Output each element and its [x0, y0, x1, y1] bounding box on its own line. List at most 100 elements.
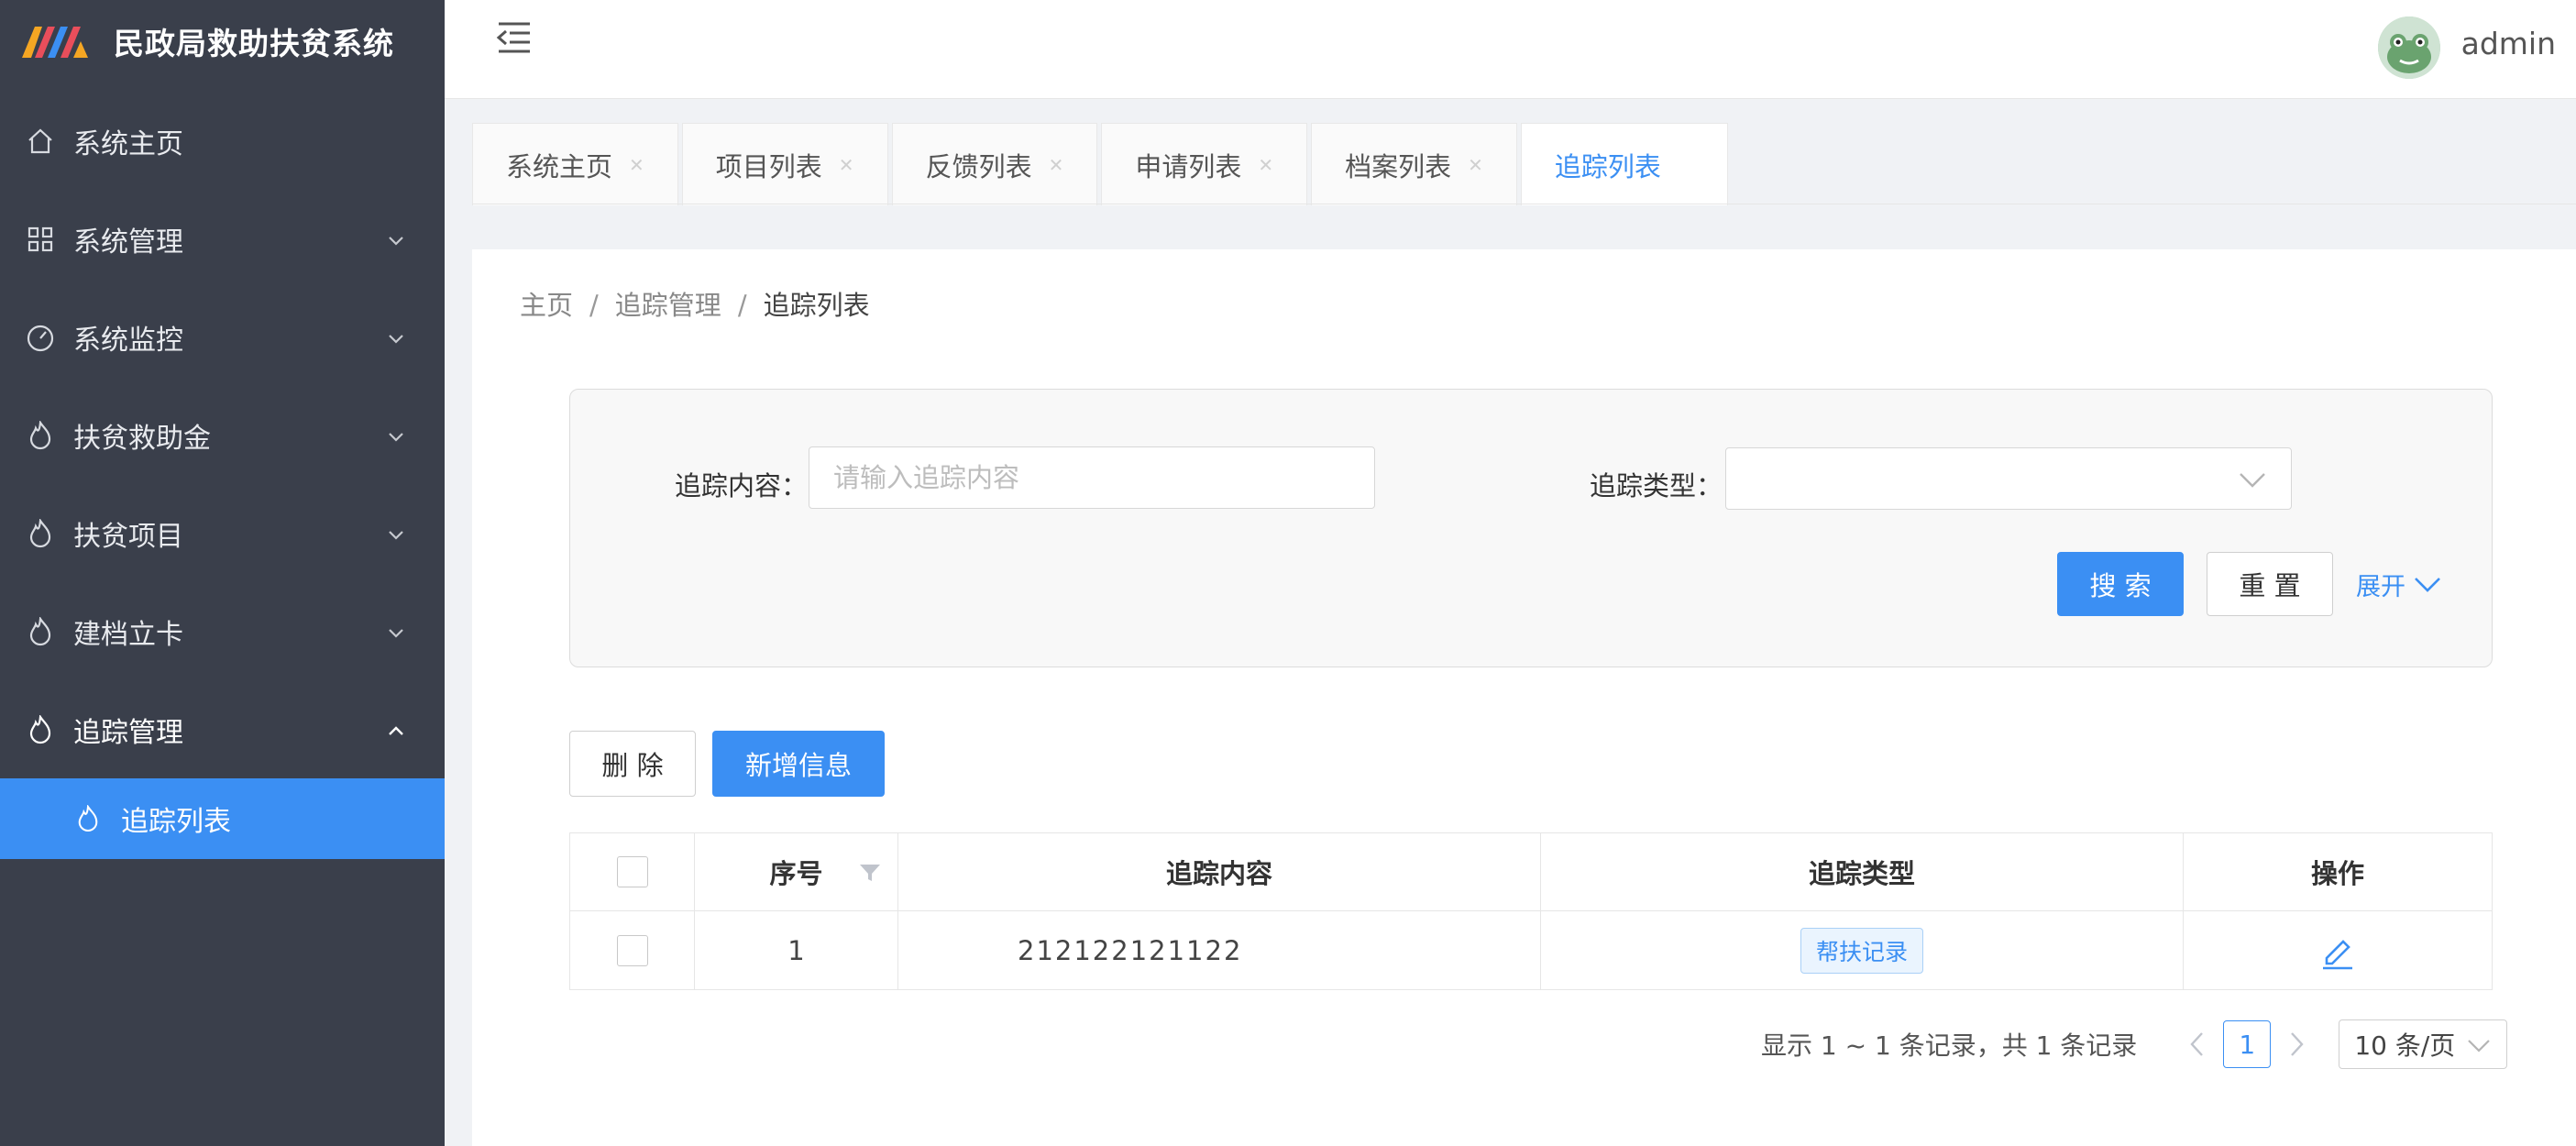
search-button[interactable]: 搜 索 — [2057, 552, 2184, 616]
tracking-content-input[interactable] — [809, 446, 1375, 509]
grid-icon — [24, 223, 57, 256]
next-page-icon[interactable] — [2285, 1029, 2309, 1060]
chevron-down-icon — [389, 628, 403, 638]
prev-page-icon[interactable] — [2185, 1029, 2208, 1060]
sidebar-item-label: 建档立卡 — [73, 618, 183, 651]
avatar[interactable] — [2378, 17, 2440, 79]
header-label: 序号 — [769, 858, 823, 889]
expand-label: 展开 — [2356, 573, 2405, 601]
header-actions: 操作 — [2184, 833, 2492, 910]
filter-icon[interactable] — [859, 863, 881, 883]
chevron-down-icon — [2415, 577, 2440, 592]
username[interactable]: admin — [2461, 26, 2556, 61]
close-icon[interactable]: ✕ — [1049, 154, 1064, 176]
delete-button[interactable]: 删 除 — [569, 731, 696, 797]
tab-feedback-list[interactable]: 反馈列表 ✕ — [891, 123, 1098, 205]
chevron-down-icon — [389, 432, 403, 442]
sidebar-menu: 系统主页 系统管理 系统监控 扶贫救助金 扶贫项目 建档立卡 追踪管理 追踪列表 — [0, 92, 445, 859]
type-tag: 帮扶记录 — [1800, 927, 1923, 974]
tab-label: 档案列表 — [1345, 150, 1452, 182]
page-size-value: 10 条/页 — [2354, 1030, 2456, 1061]
tab-archive-list[interactable]: 档案列表 ✕ — [1311, 123, 1517, 205]
edit-icon[interactable] — [2317, 931, 2358, 971]
row-actions-cell — [2184, 911, 2492, 989]
sidebar-subitem-tracking-list[interactable]: 追踪列表 — [0, 778, 445, 859]
tracking-table: 序号 追踪内容 追踪类型 操作 1 212122121122 帮扶记录 — [569, 832, 2493, 990]
brand: 民政局救助扶贫系统 — [0, 0, 445, 83]
breadcrumb-home[interactable]: 主页 — [520, 290, 573, 321]
breadcrumb-separator: / — [589, 290, 599, 321]
chevron-down-icon — [2240, 473, 2265, 488]
breadcrumb-current: 追踪列表 — [763, 290, 870, 321]
header-select-cell — [570, 833, 695, 910]
sidebar-item-label: 系统主页 — [73, 127, 183, 160]
sidebar-item-label: 扶贫项目 — [73, 520, 183, 553]
flame-icon — [24, 713, 57, 746]
header-type: 追踪类型 — [1541, 833, 2184, 910]
table-header-row: 序号 追踪内容 追踪类型 操作 — [570, 833, 2492, 911]
frog-avatar-icon — [2378, 17, 2440, 79]
table-row: 1 212122121122 帮扶记录 — [570, 911, 2492, 989]
breadcrumb: 主页 / 追踪管理 / 追踪列表 — [520, 284, 870, 323]
close-icon[interactable]: ✕ — [1258, 154, 1273, 176]
page-size-select[interactable]: 10 条/页 — [2339, 1019, 2508, 1069]
sidebar-subitem-label: 追踪列表 — [121, 806, 231, 838]
sidebar-item-tracking-management[interactable]: 追踪管理 — [0, 680, 445, 778]
tab-system-home[interactable]: 系统主页 ✕ — [472, 123, 678, 205]
tab-label: 申请列表 — [1135, 150, 1242, 182]
tab-label: 反馈列表 — [925, 150, 1032, 182]
expand-link[interactable]: 展开 — [2356, 567, 2442, 602]
flame-icon — [24, 615, 57, 648]
breadcrumb-tracking-management[interactable]: 追踪管理 — [615, 290, 721, 321]
sidebar-item-label: 系统监控 — [73, 324, 183, 357]
page-number[interactable]: 1 — [2223, 1020, 2272, 1068]
chevron-down-icon — [2468, 1040, 2491, 1052]
menu-toggle-icon[interactable] — [495, 20, 534, 55]
pagination: 显示 1 ~ 1 条记录，共 1 条记录 1 10 条/页 — [1761, 1019, 2508, 1069]
sidebar-item-label: 追踪管理 — [73, 716, 183, 749]
row-checkbox[interactable] — [616, 934, 648, 966]
chevron-up-icon — [389, 725, 403, 735]
header-content: 追踪内容 — [898, 833, 1541, 910]
header-index: 序号 — [695, 833, 898, 910]
chevron-down-icon — [389, 236, 403, 246]
tab-bar: 系统主页 ✕ 项目列表 ✕ 反馈列表 ✕ 申请列表 ✕ 档案列表 ✕ 追踪列表 — [472, 123, 1732, 205]
sidebar-item-poverty-fund[interactable]: 扶贫救助金 — [0, 386, 445, 484]
tab-label: 系统主页 — [506, 150, 613, 182]
row-index: 1 — [695, 911, 898, 989]
tab-label: 追踪列表 — [1554, 150, 1661, 182]
close-icon[interactable]: ✕ — [839, 154, 854, 176]
select-all-checkbox[interactable] — [616, 856, 648, 887]
sidebar-item-system-monitor[interactable]: 系统监控 — [0, 288, 445, 386]
sidebar-item-archive-card[interactable]: 建档立卡 — [0, 582, 445, 680]
chevron-down-icon — [389, 530, 403, 540]
flame-icon — [73, 804, 103, 833]
breadcrumb-separator: / — [737, 290, 747, 321]
tab-application-list[interactable]: 申请列表 ✕ — [1101, 123, 1308, 205]
flame-icon — [24, 517, 57, 550]
content-label: 追踪内容： — [675, 470, 809, 501]
main-content: 主页/追踪管理/追踪列表 追踪内容： 追踪类型： 搜 索 重 置 展开 删 除 … — [472, 249, 2576, 1146]
app-title: 民政局救助扶贫系统 — [114, 26, 394, 61]
sidebar-item-system-management[interactable]: 系统管理 — [0, 190, 445, 288]
sidebar-item-label: 系统管理 — [73, 226, 183, 259]
close-icon[interactable]: ✕ — [1468, 154, 1483, 176]
tab-tracking-list[interactable]: 追踪列表 — [1520, 123, 1728, 205]
app-logo-icon — [22, 27, 88, 58]
sidebar-item-home[interactable]: 系统主页 — [0, 92, 445, 190]
sidebar-item-poverty-project[interactable]: 扶贫项目 — [0, 484, 445, 582]
row-content: 212122121122 — [898, 911, 1541, 989]
type-label: 追踪类型： — [1590, 470, 1723, 501]
chevron-down-icon — [389, 334, 403, 344]
flame-icon — [24, 419, 57, 452]
reset-button[interactable]: 重 置 — [2207, 552, 2333, 616]
close-icon[interactable]: ✕ — [629, 154, 644, 176]
sidebar: 民政局救助扶贫系统 系统主页 系统管理 系统监控 扶贫救助金 扶贫项目 建档立卡… — [0, 0, 445, 1146]
tracking-type-select[interactable] — [1725, 447, 2292, 510]
tab-label: 项目列表 — [715, 150, 822, 182]
row-type-cell: 帮扶记录 — [1541, 911, 2184, 989]
add-info-button[interactable]: 新增信息 — [712, 731, 885, 797]
top-header: admin — [445, 0, 2576, 99]
tab-project-list[interactable]: 项目列表 ✕ — [681, 123, 888, 205]
sidebar-item-label: 扶贫救助金 — [73, 422, 211, 455]
